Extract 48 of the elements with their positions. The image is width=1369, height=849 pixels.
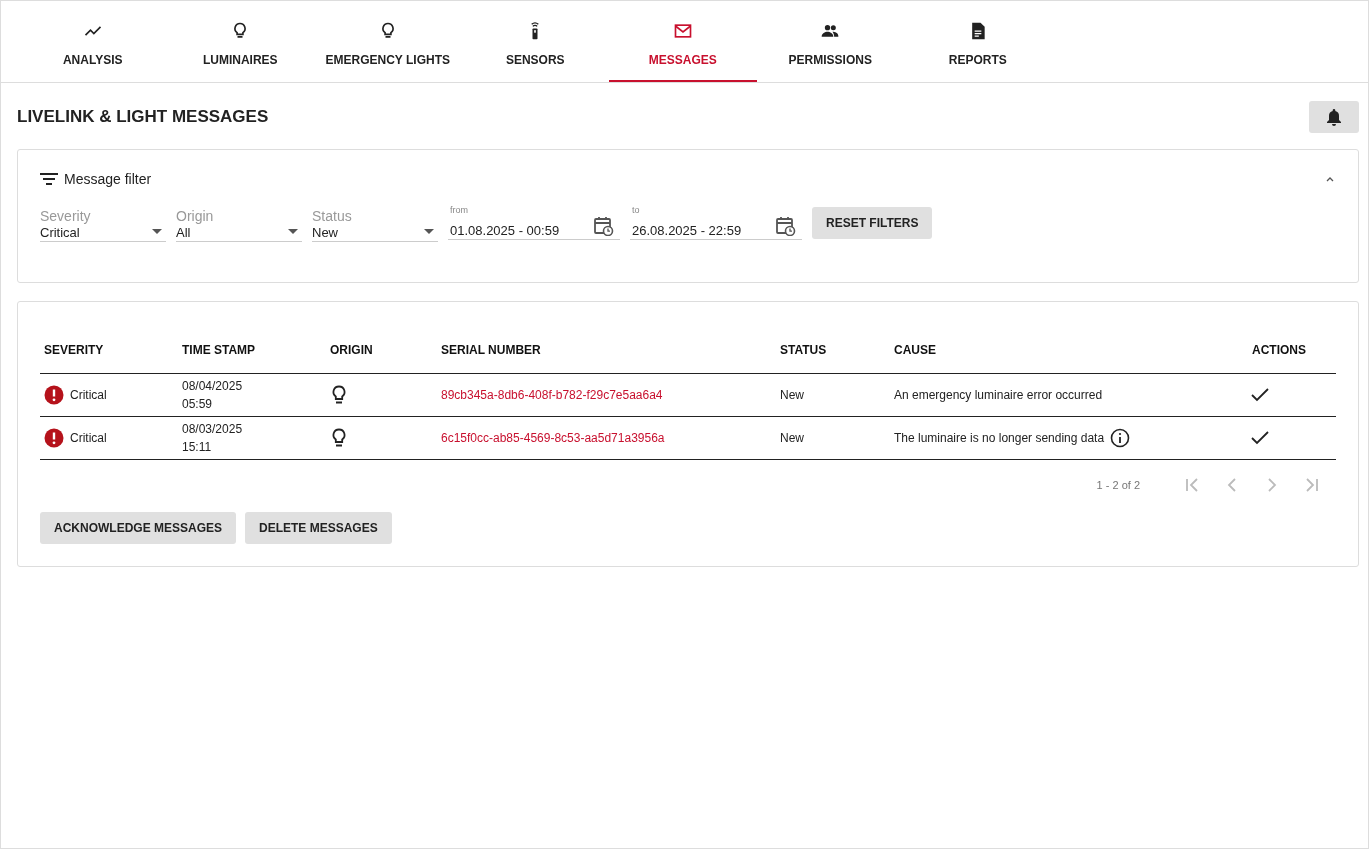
nav-tab[interactable]: REPORTS [904,1,1052,82]
nav-tab[interactable]: SENSORS [461,1,609,82]
filter-label: Message filter [64,171,152,187]
info-icon[interactable] [1110,428,1131,448]
column-header: ORIGIN [329,342,374,357]
nav-tab[interactable]: LUMINAIRES [166,1,314,82]
date-field[interactable]: from 01.08.2025 - 00:59 [448,205,620,240]
cause-text: The luminaire is no longer sending data [894,431,1105,445]
bulb-icon [330,385,348,405]
nav-tab[interactable]: ANALYSIS [19,1,167,82]
cause-text: An emergency luminaire error occurred [894,388,1103,402]
dropdown-field[interactable]: Origin All [176,208,302,242]
date-field[interactable]: to 26.08.2025 - 22:59 [630,205,802,240]
filter-icon [40,172,58,186]
status-text: New [780,431,804,445]
action-button[interactable]: ACKNOWLEDGE MESSAGES [40,512,236,544]
acknowledge-check-icon[interactable] [1251,388,1269,402]
acknowledge-check-icon[interactable] [1251,431,1269,445]
page-range: 1 - 2 of 2 [1096,479,1140,491]
bell-icon [1326,108,1342,126]
notification-button[interactable] [1309,101,1359,133]
timestamp-cell-text: 08/03/2025 15:11 [181,421,244,456]
calendar-icon[interactable] [594,216,614,236]
dropdown-field[interactable]: Status New [312,208,438,242]
nav-tab[interactable]: PERMISSIONS [756,1,904,82]
column-header: ACTIONS [1251,342,1307,357]
page-title: LIVELINK & LIGHT MESSAGES [17,107,269,127]
dropdown-field[interactable]: Severity Critical [40,208,166,242]
column-header: STATUS [779,342,828,357]
serial-number-link[interactable]: 6c15f0cc-ab85-4569-8c53-aa5d71a3956a [441,431,665,445]
error-icon [44,428,64,448]
column-header: CAUSE [893,342,937,357]
status-text: New [780,388,804,402]
column-header: SERIAL NUMBER [440,342,542,357]
action-button[interactable]: DELETE MESSAGES [245,512,392,544]
error-icon [44,385,64,405]
bulb-icon [330,428,348,448]
filter-title[interactable]: Message filter [40,171,152,187]
nav-tab[interactable]: MESSAGES [609,1,757,82]
nav-tab[interactable]: EMERGENCY LIGHTS [314,1,462,82]
timestamp-cell-text: 08/04/2025 05:59 [181,378,244,413]
column-header: TIME STAMP [181,342,257,357]
serial-number-link[interactable]: 89cb345a-8db6-408f-b782-f29c7e5aa6a4 [441,388,663,402]
severity-text: Critical [70,431,107,445]
reset-filters-button[interactable]: RESET FILTERS [812,207,933,239]
severity-text: Critical [70,388,107,402]
calendar-icon[interactable] [776,216,796,236]
column-header: SEVERITY [43,342,105,357]
